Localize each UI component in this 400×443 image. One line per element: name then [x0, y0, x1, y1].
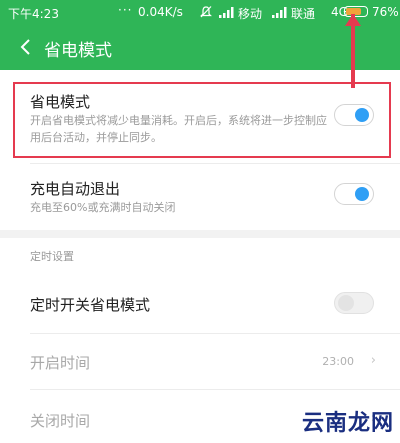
schedule-toggle-row[interactable]: 定时开关省电模式: [0, 276, 400, 332]
status-dots: ···: [118, 3, 133, 17]
status-time: 下午4:23: [8, 7, 59, 21]
network-speed: 0.04K/s: [138, 5, 183, 19]
arrow-shaft: [351, 14, 355, 88]
auto-exit-title: 充电自动退出: [30, 180, 121, 198]
auto-exit-description: 充电至60%或充满时自动关闭: [30, 201, 176, 214]
schedule-toggle[interactable]: [334, 292, 374, 314]
mute-icon: [200, 6, 212, 18]
section-gap: [0, 230, 400, 238]
page-title: 省电模式: [44, 41, 112, 61]
highlight-box: [13, 82, 391, 158]
carrier-2: 联通: [291, 7, 316, 21]
auto-exit-toggle[interactable]: [334, 183, 374, 205]
start-time-value: 23:00: [322, 355, 354, 368]
auto-exit-row[interactable]: 充电自动退出 充电至60%或充满时自动关闭: [0, 164, 400, 230]
carrier-1: 移动: [238, 7, 263, 21]
start-time-label: 开启时间: [30, 354, 91, 372]
status-bar: 下午4:23 ··· 0.04K/s 移动 联通 4G 76%: [0, 0, 400, 25]
start-time-row[interactable]: 开启时间 23:00 ›: [0, 334, 400, 389]
end-time-label: 关闭时间: [30, 412, 91, 430]
chevron-left-icon[interactable]: [14, 35, 38, 59]
app-bar: 省电模式: [0, 25, 400, 70]
battery-percent: 76%: [372, 5, 399, 19]
chevron-right-icon: ›: [370, 353, 376, 368]
watermark: 云南龙网: [301, 411, 394, 436]
signal-icon: [219, 7, 234, 18]
schedule-header: 定时设置: [30, 250, 74, 263]
signal-icon: [272, 7, 287, 18]
toggle-knob: [355, 187, 369, 201]
toggle-knob: [338, 295, 354, 311]
schedule-toggle-title: 定时开关省电模式: [30, 296, 151, 314]
